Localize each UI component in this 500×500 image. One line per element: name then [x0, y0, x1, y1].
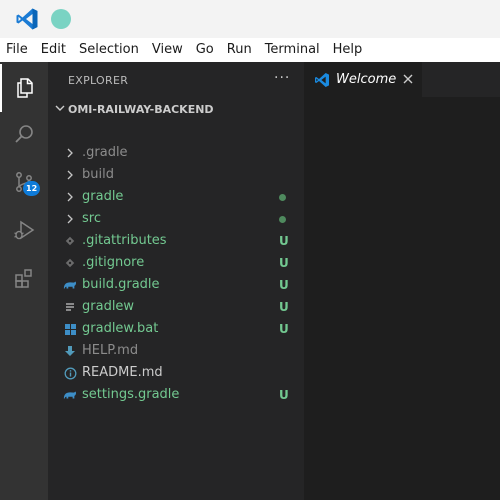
- git-status-badge: U: [279, 256, 289, 270]
- gradle-icon: [63, 388, 77, 402]
- tab-strip: Welcome: [304, 62, 500, 97]
- gradle-icon: [63, 278, 77, 292]
- menu-run[interactable]: Run: [227, 38, 252, 62]
- project-name: OMI-RAILWAY-BACKEND: [68, 102, 214, 116]
- git-file-icon: [63, 234, 77, 248]
- more-actions-button[interactable]: ···: [274, 70, 290, 86]
- project-section-header[interactable]: OMI-RAILWAY-BACKEND: [48, 98, 304, 120]
- git-status-badge: U: [279, 278, 289, 292]
- chevron-right-icon: [63, 168, 77, 182]
- file-tree-item[interactable]: README.md: [48, 362, 304, 384]
- activity-source-control[interactable]: 12: [0, 158, 48, 206]
- text-file-icon: [63, 300, 77, 314]
- extensions-icon: [15, 269, 32, 288]
- file-tree-item[interactable]: gradlew U: [48, 296, 304, 318]
- file-tree-item-label: build: [82, 167, 114, 182]
- file-tree-item[interactable]: HELP.md: [48, 340, 304, 362]
- explorer-panel: EXPLORER ··· OMI-RAILWAY-BACKEND .gradle…: [48, 62, 304, 500]
- activity-run-debug[interactable]: [0, 206, 48, 254]
- git-modified-dot: [279, 194, 286, 201]
- menu-file[interactable]: File: [6, 38, 28, 62]
- explorer-icon: [17, 78, 33, 98]
- git-status-badge: U: [279, 388, 289, 402]
- chevron-right-icon: [63, 190, 77, 204]
- file-tree-item-label: gradlew.bat: [82, 321, 159, 336]
- file-tree-item[interactable]: gradlew.bat U: [48, 318, 304, 340]
- file-tree-item[interactable]: settings.gradle U: [48, 384, 304, 406]
- editor-area: Welcome: [304, 62, 500, 500]
- file-tree-item[interactable]: build.gradle U: [48, 274, 304, 296]
- source-control-badge: 12: [23, 181, 41, 196]
- file-tree-item-label: gradlew: [82, 299, 135, 314]
- info-icon: [63, 366, 77, 380]
- activity-bar: 12: [0, 62, 48, 500]
- file-tree-item[interactable]: .gradle: [48, 142, 304, 164]
- file-tree-item-label: .gitattributes: [82, 233, 167, 248]
- vscode-logo-icon: [16, 8, 38, 30]
- git-file-icon: [63, 256, 77, 270]
- file-tree-item[interactable]: build: [48, 164, 304, 186]
- menu-help[interactable]: Help: [333, 38, 363, 62]
- file-tree-item-label: .gitignore: [82, 255, 145, 270]
- menu-terminal[interactable]: Terminal: [265, 38, 320, 62]
- file-tree-item[interactable]: src: [48, 208, 304, 230]
- tab-welcome-label: Welcome: [336, 72, 397, 87]
- file-tree-item-label: README.md: [82, 365, 163, 380]
- file-tree-item[interactable]: gradle: [48, 186, 304, 208]
- menu-go[interactable]: Go: [196, 38, 214, 62]
- close-icon[interactable]: [402, 73, 414, 85]
- file-tree-item-label: .gradle: [82, 145, 128, 160]
- file-tree-item[interactable]: .gitignore U: [48, 252, 304, 274]
- file-tree-item-label: src: [82, 211, 101, 226]
- file-tree-item-label: build.gradle: [82, 277, 160, 292]
- title-bar: [0, 0, 500, 38]
- file-tree: .gradle build gradle src .gitattributes U .git…: [48, 142, 304, 406]
- activity-search[interactable]: [0, 110, 48, 158]
- file-tree-item[interactable]: .gitattributes U: [48, 230, 304, 252]
- menu-view[interactable]: View: [152, 38, 183, 62]
- git-status-badge: U: [279, 234, 289, 248]
- git-modified-dot: [279, 216, 286, 223]
- menu-edit[interactable]: Edit: [41, 38, 66, 62]
- vscode-logo-icon: [315, 73, 329, 87]
- menu-bar: File Edit Selection View Go Run Terminal…: [0, 38, 500, 62]
- run-debug-icon: [14, 220, 35, 240]
- menu-selection[interactable]: Selection: [79, 38, 139, 62]
- tab-welcome[interactable]: Welcome: [304, 62, 422, 97]
- windows-icon: [63, 322, 77, 336]
- activity-explorer[interactable]: [0, 64, 48, 112]
- chevron-right-icon: [63, 146, 77, 160]
- chevron-right-icon: [63, 212, 77, 226]
- git-status-badge: U: [279, 300, 289, 314]
- search-icon: [15, 125, 33, 143]
- chevron-down-icon: [55, 105, 65, 111]
- file-tree-item-label: settings.gradle: [82, 387, 180, 402]
- file-tree-item-label: gradle: [82, 189, 124, 204]
- git-status-badge: U: [279, 322, 289, 336]
- status-indicator-button[interactable]: [51, 9, 71, 29]
- activity-extensions[interactable]: [0, 254, 48, 302]
- file-tree-item-label: HELP.md: [82, 343, 139, 358]
- explorer-header: EXPLORER: [68, 74, 129, 87]
- download-icon: [63, 344, 77, 358]
